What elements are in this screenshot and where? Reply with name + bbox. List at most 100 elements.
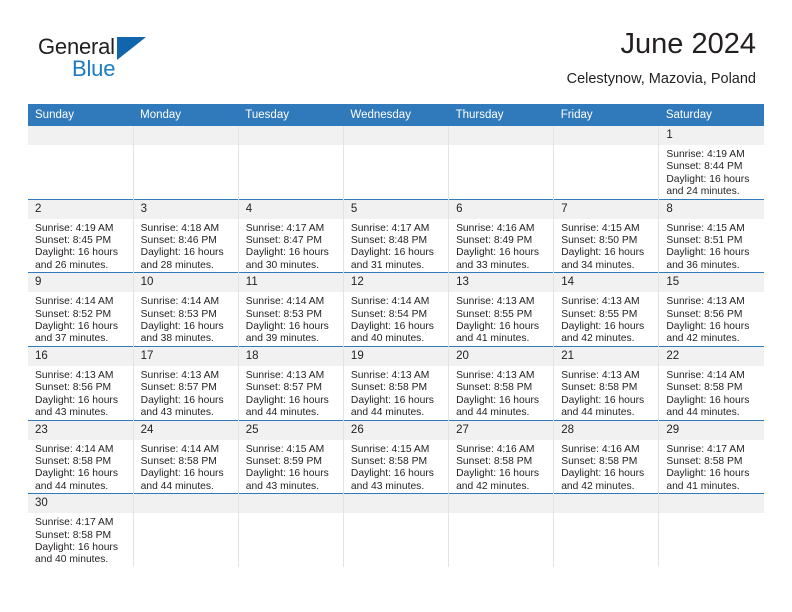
calendar-day-cell[interactable]: 21 Sunrise: 4:13 AM Sunset: 8:58 PM Dayligh…: [553, 345, 659, 420]
day-sunset-text: Sunset: 8:47 PM: [245, 235, 322, 247]
day-sunset-text: Sunset: 8:48 PM: [350, 235, 428, 247]
calendar-day-cell[interactable]: 27 Sunrise: 4:16 AM Sunset: 8:58 PM Dayligh…: [448, 419, 554, 494]
day-sunset-text: Sunset: 8:58 PM: [35, 455, 112, 467]
calendar-day-cell[interactable]: 29 Sunrise: 4:17 AM Sunset: 8:58 PM Dayligh…: [658, 419, 764, 494]
day-number: 11: [238, 273, 343, 293]
day-sun-info: Sunrise: 4:14 AM Sunset: 8:54 PM Daylight:…: [344, 292, 448, 346]
calendar-day-cell[interactable]: 26 Sunrise: 4:15 AM Sunset: 8:58 PM Dayligh…: [342, 419, 449, 494]
weekday-header-sunday: Sunday: [28, 104, 134, 126]
day-sunset-text: Sunset: 8:58 PM: [350, 382, 428, 394]
calendar-day-cell[interactable]: 12 Sunrise: 4:14 AM Sunset: 8:54 PM Dayligh…: [342, 272, 449, 347]
day-sunrise-text: Sunrise: 4:13 AM: [140, 369, 220, 381]
calendar-day-cell[interactable]: 24 Sunrise: 4:14 AM Sunset: 8:58 PM Dayligh…: [132, 419, 239, 494]
calendar-day-cell[interactable]: 5 Sunrise: 4:17 AM Sunset: 8:48 PM Daylight…: [342, 198, 449, 273]
calendar-day-cell[interactable]: 6 Sunrise: 4:16 AM Sunset: 8:49 PM Daylight…: [448, 198, 554, 273]
calendar-day-cell[interactable]: 13 Sunrise: 4:13 AM Sunset: 8:55 PM Dayligh…: [448, 272, 554, 347]
day-daylight2-text: and 43 minutes.: [140, 407, 214, 419]
day-daylight2-text: and 38 minutes.: [140, 333, 214, 345]
calendar-day-cell[interactable]: 17 Sunrise: 4:13 AM Sunset: 8:57 PM Dayligh…: [132, 345, 239, 420]
day-sunset-text: Sunset: 8:53 PM: [245, 308, 322, 320]
day-sunrise-text: Sunrise: 4:17 AM: [350, 222, 430, 234]
calendar-day-cell[interactable]: 1 Sunrise: 4:19 AM Sunset: 8:44 PM Daylight…: [658, 126, 764, 200]
day-daylight2-text: and 42 minutes.: [561, 480, 635, 492]
day-daylight1-text: Daylight: 16 hours: [35, 468, 118, 480]
day-number: 10: [133, 273, 238, 293]
day-daylight1-text: Daylight: 16 hours: [456, 247, 540, 259]
day-daylight1-text: Daylight: 16 hours: [456, 321, 540, 333]
calendar-day-cell[interactable]: 3 Sunrise: 4:18 AM Sunset: 8:46 PM Daylight…: [132, 198, 239, 273]
day-number: [343, 494, 449, 514]
day-number: [554, 126, 659, 145]
day-daylight2-text: and 26 minutes.: [35, 259, 109, 271]
day-sunrise-text: Sunrise: 4:14 AM: [140, 296, 220, 308]
day-number: [238, 494, 343, 514]
day-sunset-text: Sunset: 8:58 PM: [456, 382, 533, 394]
day-daylight2-text: and 44 minutes.: [35, 480, 109, 492]
day-sunrise-text: Sunrise: 4:17 AM: [35, 517, 114, 529]
calendar-day-cell[interactable]: 16 Sunrise: 4:13 AM Sunset: 8:56 PM Dayligh…: [28, 345, 134, 420]
day-sunrise-text: Sunrise: 4:15 AM: [245, 443, 325, 455]
day-number: 23: [28, 420, 133, 440]
calendar-day-cell[interactable]: 7 Sunrise: 4:15 AM Sunset: 8:50 PM Daylight…: [553, 198, 659, 273]
day-number: 16: [28, 346, 133, 366]
day-number: [133, 126, 238, 145]
day-daylight2-text: and 41 minutes.: [456, 333, 530, 345]
day-sunset-text: Sunset: 8:57 PM: [140, 382, 217, 394]
calendar-day-cell[interactable]: 9 Sunrise: 4:14 AM Sunset: 8:52 PM Daylight…: [28, 272, 134, 347]
day-sun-info: Sunrise: 4:13 AM Sunset: 8:56 PM Daylight:…: [659, 292, 764, 346]
day-sunrise-text: Sunrise: 4:13 AM: [561, 369, 640, 381]
calendar-day-cell[interactable]: 22 Sunrise: 4:14 AM Sunset: 8:58 PM Dayligh…: [658, 345, 764, 420]
day-sunset-text: Sunset: 8:58 PM: [561, 382, 638, 394]
day-sun-info: Sunrise: 4:16 AM Sunset: 8:58 PM Daylight:…: [554, 440, 658, 494]
day-sun-info: Sunrise: 4:14 AM Sunset: 8:58 PM Daylight:…: [134, 440, 238, 494]
day-daylight2-text: and 43 minutes.: [350, 480, 425, 492]
day-sunrise-text: Sunrise: 4:17 AM: [666, 443, 745, 455]
day-number: 18: [238, 346, 343, 366]
day-number: 17: [133, 346, 238, 366]
day-daylight2-text: and 43 minutes.: [245, 480, 320, 492]
day-sunrise-text: Sunrise: 4:14 AM: [140, 443, 220, 455]
day-daylight1-text: Daylight: 16 hours: [245, 468, 329, 480]
day-sun-info: Sunrise: 4:13 AM Sunset: 8:58 PM Daylight:…: [449, 366, 553, 420]
calendar-week-row: 30 Sunrise: 4:17 AM Sunset: 8:58 PM Dayligh…: [28, 493, 764, 567]
day-sunset-text: Sunset: 8:52 PM: [35, 308, 112, 320]
calendar-day-cell[interactable]: 19 Sunrise: 4:13 AM Sunset: 8:58 PM Dayligh…: [342, 345, 449, 420]
calendar-day-cell[interactable]: 2 Sunrise: 4:19 AM Sunset: 8:45 PM Daylight…: [28, 198, 134, 273]
page-header: General Blue June 2024 Celestynow, Mazov…: [28, 26, 764, 100]
day-sunrise-text: Sunrise: 4:13 AM: [35, 369, 114, 381]
calendar-day-cell[interactable]: 18 Sunrise: 4:13 AM Sunset: 8:57 PM Dayligh…: [237, 345, 344, 420]
title-block: June 2024 Celestynow, Mazovia, Poland: [567, 26, 756, 90]
calendar-day-cell[interactable]: 4 Sunrise: 4:17 AM Sunset: 8:47 PM Daylight…: [237, 198, 344, 273]
calendar-cell-empty: [132, 126, 239, 200]
weekday-header-tuesday: Tuesday: [238, 104, 344, 126]
day-sunset-text: Sunset: 8:50 PM: [561, 235, 638, 247]
day-sun-info: Sunrise: 4:17 AM Sunset: 8:48 PM Daylight:…: [344, 219, 448, 273]
day-daylight2-text: and 37 minutes.: [35, 333, 109, 345]
day-sunset-text: Sunset: 8:55 PM: [456, 308, 533, 320]
calendar-day-cell[interactable]: 11 Sunrise: 4:14 AM Sunset: 8:53 PM Dayligh…: [237, 272, 344, 347]
calendar-day-cell[interactable]: 15 Sunrise: 4:13 AM Sunset: 8:56 PM Dayligh…: [658, 272, 764, 347]
brand-logo[interactable]: General Blue: [38, 34, 238, 92]
day-number: 13: [449, 273, 554, 293]
day-daylight2-text: and 42 minutes.: [666, 333, 740, 345]
calendar-day-cell[interactable]: 20 Sunrise: 4:13 AM Sunset: 8:58 PM Dayligh…: [448, 345, 554, 420]
day-sun-info: Sunrise: 4:13 AM Sunset: 8:58 PM Daylight:…: [554, 366, 658, 420]
calendar-day-cell[interactable]: 28 Sunrise: 4:16 AM Sunset: 8:58 PM Dayligh…: [553, 419, 659, 494]
calendar-day-cell[interactable]: 30 Sunrise: 4:17 AM Sunset: 8:58 PM Dayligh…: [28, 493, 134, 567]
day-sun-info: Sunrise: 4:14 AM Sunset: 8:58 PM Daylight:…: [659, 366, 764, 420]
calendar-week-row: 16 Sunrise: 4:13 AM Sunset: 8:56 PM Dayligh…: [28, 345, 764, 420]
calendar-day-cell[interactable]: 14 Sunrise: 4:13 AM Sunset: 8:55 PM Dayligh…: [553, 272, 659, 347]
calendar-day-cell[interactable]: 23 Sunrise: 4:14 AM Sunset: 8:58 PM Dayligh…: [28, 419, 134, 494]
day-daylight1-text: Daylight: 16 hours: [245, 321, 329, 333]
calendar-day-cell[interactable]: 10 Sunrise: 4:14 AM Sunset: 8:53 PM Dayligh…: [132, 272, 239, 347]
day-sunrise-text: Sunrise: 4:15 AM: [666, 222, 745, 234]
calendar-cell-empty: [237, 126, 344, 200]
calendar-day-cell[interactable]: 25 Sunrise: 4:15 AM Sunset: 8:59 PM Dayligh…: [237, 419, 344, 494]
day-sunrise-text: Sunrise: 4:17 AM: [245, 222, 325, 234]
day-number: 4: [238, 199, 343, 219]
day-sunset-text: Sunset: 8:51 PM: [666, 235, 743, 247]
day-daylight1-text: Daylight: 16 hours: [245, 247, 329, 259]
day-daylight2-text: and 34 minutes.: [561, 259, 635, 271]
day-number: 30: [28, 494, 133, 514]
calendar-day-cell[interactable]: 8 Sunrise: 4:15 AM Sunset: 8:51 PM Daylight…: [658, 198, 764, 273]
